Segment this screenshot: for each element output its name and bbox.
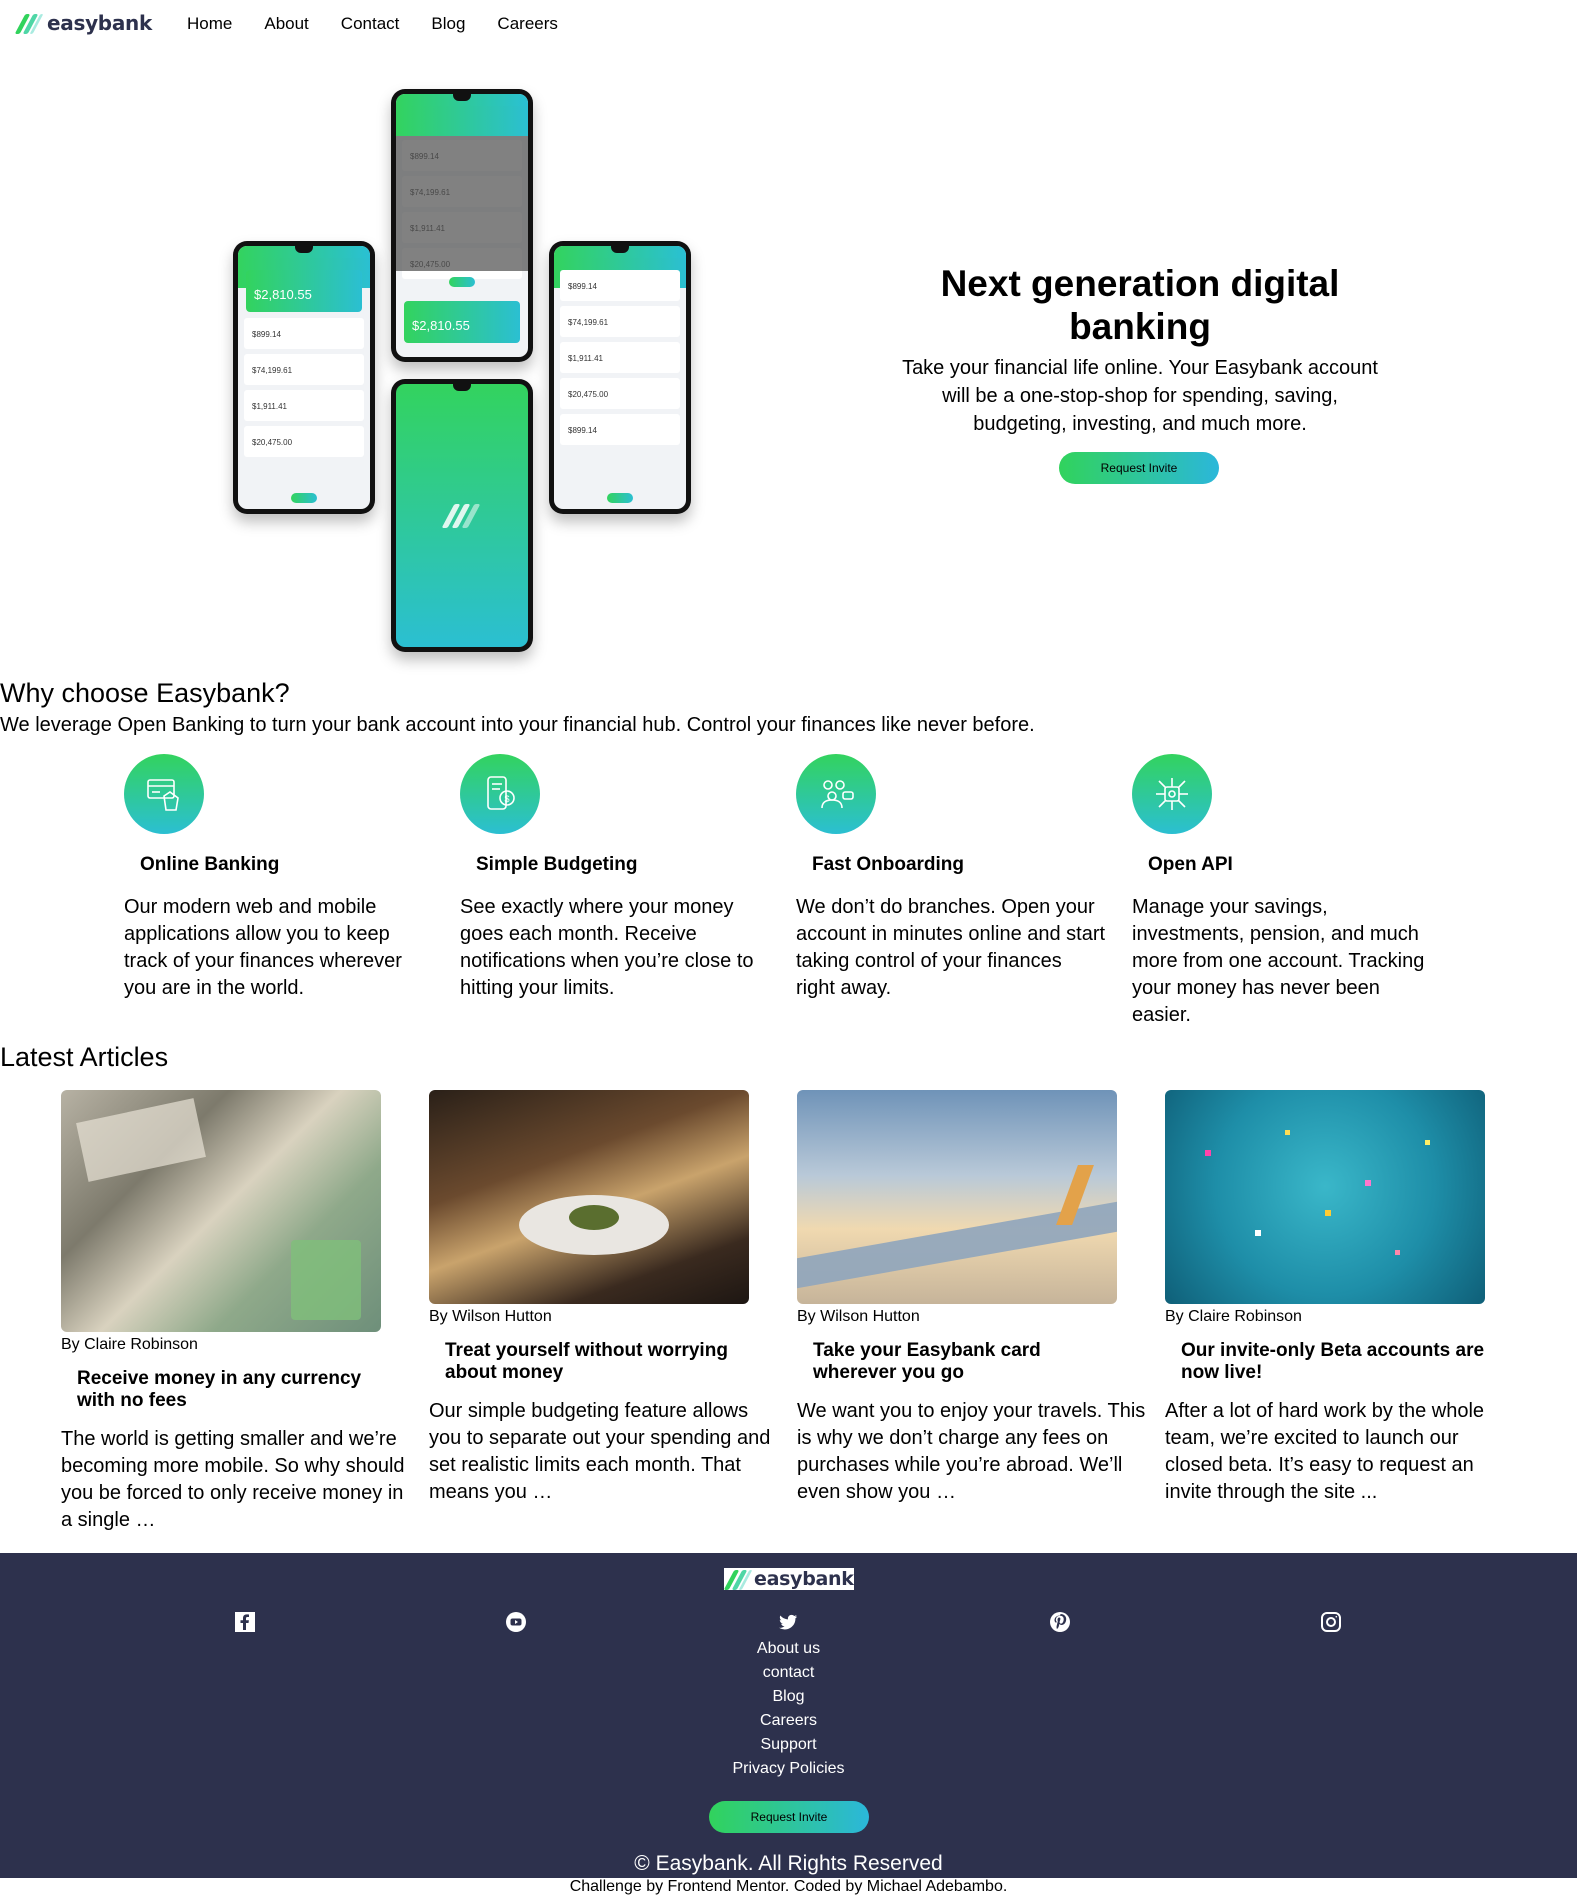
footer-logo[interactable]: easybank bbox=[723, 1568, 854, 1590]
nav-careers-link[interactable]: Careers bbox=[497, 14, 557, 34]
app-splash-logo-icon bbox=[441, 503, 482, 528]
online-banking-icon bbox=[124, 754, 204, 834]
svg-text:$: $ bbox=[505, 794, 510, 804]
instagram-icon[interactable] bbox=[1319, 1610, 1343, 1634]
phone-account-row: $1,911.41 bbox=[560, 342, 680, 373]
why-description: We leverage Open Banking to turn your ba… bbox=[0, 714, 1035, 736]
article-card[interactable]: By Wilson Hutton Treat yourself without … bbox=[429, 1090, 789, 1506]
feature-fast-onboarding: Fast Onboarding We don’t do branches. Op… bbox=[796, 754, 1116, 1002]
nav-about-link[interactable]: About bbox=[264, 14, 308, 34]
article-card[interactable]: By Wilson Hutton Take your Easybank card… bbox=[797, 1090, 1157, 1506]
article-author: By Claire Robinson bbox=[61, 1336, 198, 1353]
budgeting-icon: $ bbox=[460, 754, 540, 834]
article-author: By Wilson Hutton bbox=[797, 1308, 920, 1325]
article-image-airplane[interactable] bbox=[797, 1090, 1117, 1304]
phone-account-row: $899.14 bbox=[560, 270, 680, 301]
logo-mark-icon bbox=[14, 12, 44, 34]
youtube-icon[interactable] bbox=[504, 1610, 528, 1634]
feature-text: Manage your savings, investments, pensio… bbox=[1132, 896, 1425, 1026]
nav-links: Home About Contact Blog Careers bbox=[187, 14, 590, 34]
article-excerpt: After a lot of hard work by the whole te… bbox=[1165, 1400, 1485, 1503]
footer-link-about-us[interactable]: About us bbox=[0, 1637, 1577, 1661]
article-excerpt: We want you to enjoy your travels. This … bbox=[797, 1400, 1146, 1503]
article-author: By Wilson Hutton bbox=[429, 1308, 552, 1325]
twitter-icon[interactable] bbox=[776, 1610, 800, 1634]
phone-account-row: $899.14 bbox=[244, 318, 364, 349]
phone-fab-icon bbox=[607, 493, 633, 503]
article-image-restaurant[interactable] bbox=[429, 1090, 749, 1304]
feature-title: Online Banking bbox=[140, 854, 280, 875]
phone-mockup: $899.14 $74,199.61 $1,911.41 $20,475.00 … bbox=[549, 241, 691, 514]
feature-simple-budgeting: $ Simple Budgeting See exactly where you… bbox=[460, 754, 780, 1002]
footer-link-support[interactable]: Support bbox=[0, 1733, 1577, 1757]
phone-account-row: $74,199.61 bbox=[244, 354, 364, 385]
article-excerpt: The world is getting smaller and we’re b… bbox=[61, 1428, 405, 1531]
feature-text: See exactly where your money goes each m… bbox=[460, 896, 754, 999]
feature-title: Open API bbox=[1148, 854, 1233, 875]
api-icon bbox=[1132, 754, 1212, 834]
footer-links: About us contact Blog Careers Support Pr… bbox=[0, 1637, 1577, 1781]
facebook-icon[interactable] bbox=[233, 1610, 257, 1634]
attribution: Challenge by Frontend Mentor. Coded by M… bbox=[569, 1878, 1008, 1895]
feature-open-api: Open API Manage your savings, investment… bbox=[1132, 754, 1452, 1029]
phone-account-row: $20,475.00 bbox=[560, 378, 680, 409]
phone-balance-card: $2,810.55 bbox=[246, 270, 362, 312]
phone-mockup: $2,810.55 $899.14 $74,199.61 $1,911.41 $… bbox=[233, 241, 375, 514]
footer-link-contact[interactable]: contact bbox=[0, 1661, 1577, 1685]
phone-fab-icon bbox=[449, 277, 475, 287]
top-navigation: easybank Home About Contact Blog Careers bbox=[0, 0, 1577, 48]
article-title[interactable]: Take your Easybank card wherever you go bbox=[813, 1340, 1123, 1384]
request-invite-button[interactable]: Request Invite bbox=[1059, 452, 1219, 484]
phone-account-row: $899.14 bbox=[560, 414, 680, 445]
nav-blog-link[interactable]: Blog bbox=[431, 14, 465, 34]
hero-title: Next generation digital banking bbox=[940, 263, 1340, 347]
article-card[interactable]: By Claire Robinson Our invite-only Beta … bbox=[1165, 1090, 1525, 1506]
feature-online-banking: Online Banking Our modern web and mobile… bbox=[124, 754, 444, 1002]
feature-title: Simple Budgeting bbox=[476, 854, 638, 875]
hero-description: Take your financial life online. Your Ea… bbox=[902, 357, 1378, 435]
hero-text: Next generation digital banking Take you… bbox=[900, 262, 1380, 438]
article-title[interactable]: Our invite-only Beta accounts are now li… bbox=[1181, 1340, 1491, 1384]
article-image-confetti[interactable] bbox=[1165, 1090, 1485, 1304]
article-excerpt: Our simple budgeting feature allows you … bbox=[429, 1400, 771, 1503]
article-title[interactable]: Treat yourself without worrying about mo… bbox=[445, 1340, 755, 1384]
phone-account-row: $74,199.61 bbox=[560, 306, 680, 337]
phone-mockup: $899.14 $74,199.61 $1,911.41 $20,475.00 … bbox=[391, 89, 533, 362]
footer-request-invite-button[interactable]: Request Invite bbox=[709, 1801, 869, 1833]
feature-title: Fast Onboarding bbox=[812, 854, 964, 875]
footer-brand-name: easybank bbox=[754, 1568, 854, 1590]
article-card[interactable]: By Claire Robinson Receive money in any … bbox=[61, 1090, 421, 1534]
why-title: Why choose Easybank? bbox=[0, 678, 290, 708]
article-image-currency[interactable] bbox=[61, 1090, 381, 1332]
footer-link-careers[interactable]: Careers bbox=[0, 1709, 1577, 1733]
articles-title: Latest Articles bbox=[0, 1042, 169, 1072]
nav-home-link[interactable]: Home bbox=[187, 14, 232, 34]
copyright: © Easybank. All Rights Reserved bbox=[634, 1852, 943, 1875]
hero-phones-illustration: $2,810.55 $899.14 $74,199.61 $1,911.41 $… bbox=[232, 88, 692, 652]
feature-text: We don’t do branches. Open your account … bbox=[796, 896, 1106, 999]
phone-fab-icon bbox=[291, 493, 317, 503]
logo-mark-icon bbox=[723, 1568, 753, 1590]
phone-account-row: $20,475.00 bbox=[244, 426, 364, 457]
phone-mockup bbox=[391, 379, 533, 652]
nav-contact-link[interactable]: Contact bbox=[341, 14, 400, 34]
footer-link-blog[interactable]: Blog bbox=[0, 1685, 1577, 1709]
phone-account-row: $1,911.41 bbox=[244, 390, 364, 421]
onboarding-icon bbox=[796, 754, 876, 834]
brand-logo[interactable]: easybank bbox=[14, 11, 152, 35]
pinterest-icon[interactable] bbox=[1048, 1610, 1072, 1634]
phone-balance-card: $2,810.55 bbox=[404, 301, 520, 343]
footer-link-privacy-policies[interactable]: Privacy Policies bbox=[0, 1757, 1577, 1781]
article-title[interactable]: Receive money in any currency with no fe… bbox=[77, 1368, 387, 1412]
article-author: By Claire Robinson bbox=[1165, 1308, 1302, 1325]
brand-name: easybank bbox=[47, 11, 152, 35]
feature-text: Our modern web and mobile applications a… bbox=[124, 896, 402, 999]
